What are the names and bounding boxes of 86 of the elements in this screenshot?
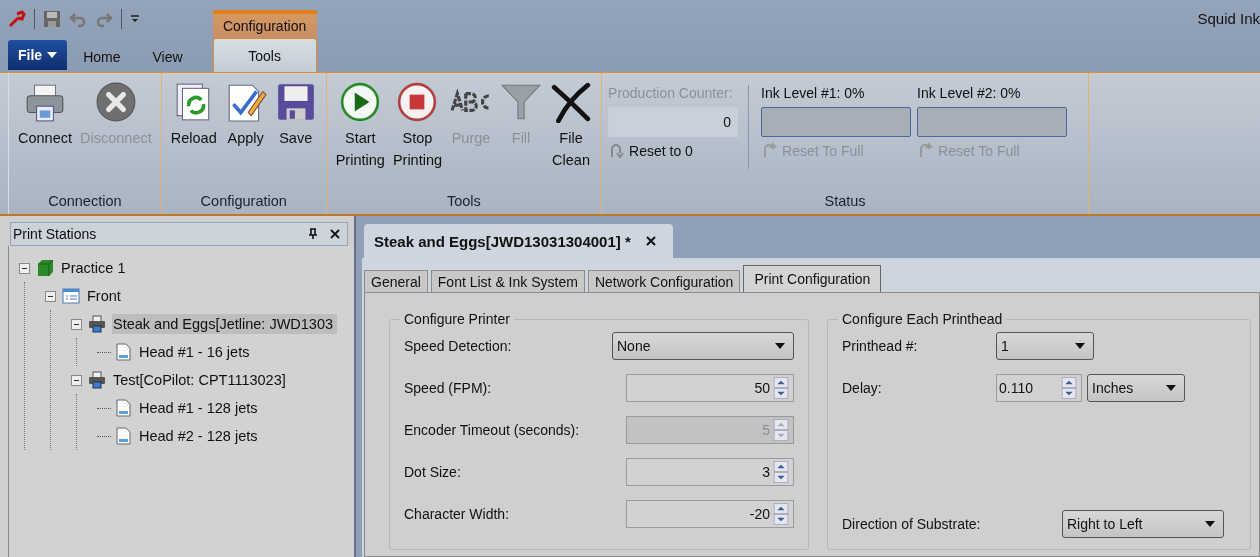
ribbon-button[interactable]: Apply bbox=[221, 79, 270, 193]
ribbon-tab[interactable]: Home bbox=[67, 42, 137, 72]
close-icon[interactable] bbox=[329, 228, 341, 240]
tree-item[interactable]: Head #2 - 128 jets bbox=[138, 426, 259, 446]
counter-label: Production Counter: bbox=[608, 85, 734, 101]
group-caption: Tools bbox=[446, 193, 481, 211]
field-label: Direction of Substrate: bbox=[842, 516, 982, 532]
printer-icon bbox=[88, 371, 106, 389]
dropdown[interactable]: Inches bbox=[1087, 374, 1185, 402]
spin-arrows-icon[interactable] bbox=[1061, 377, 1077, 399]
ribbon-button[interactable]: Start Printing bbox=[332, 79, 388, 193]
pin-icon[interactable] bbox=[307, 228, 319, 240]
dropdown[interactable]: Right to Left bbox=[1062, 510, 1224, 538]
file-menu-button[interactable]: File bbox=[8, 40, 68, 70]
field-label: Character Width: bbox=[404, 506, 510, 522]
ribbon-button[interactable]: Save bbox=[271, 79, 320, 193]
cube-icon bbox=[36, 259, 54, 277]
tree-item[interactable]: Test[CoPilot: CPT1113023] bbox=[112, 370, 287, 390]
document-icon bbox=[114, 343, 132, 361]
dropdown[interactable]: None bbox=[612, 332, 794, 360]
tab[interactable]: Font List & Ink System bbox=[430, 270, 585, 292]
tree-item[interactable]: Head #1 - 16 jets bbox=[138, 342, 251, 362]
ribbon-button[interactable]: File Clean bbox=[547, 79, 596, 193]
cross-icon bbox=[550, 81, 593, 123]
caret-icon bbox=[47, 52, 58, 58]
field-label: Dot Size: bbox=[404, 464, 461, 480]
customize-menu-icon[interactable] bbox=[130, 14, 140, 24]
spin-field[interactable]: 0.110 bbox=[996, 374, 1082, 402]
panel-title: Print Stations bbox=[13, 226, 98, 242]
document-icon bbox=[114, 427, 132, 445]
field-label: Printhead #: bbox=[842, 338, 919, 354]
tree-item[interactable]: Practice 1 bbox=[60, 258, 127, 278]
tree-item[interactable]: Head #1 - 128 jets bbox=[138, 398, 259, 418]
spin-field[interactable]: 50 bbox=[626, 374, 794, 402]
caret-icon bbox=[1075, 343, 1085, 349]
counter-field: 0 bbox=[608, 107, 739, 137]
dropdown[interactable]: 1 bbox=[996, 332, 1094, 360]
section-title: Configure Each Printhead bbox=[841, 311, 1004, 327]
spin-arrows-icon[interactable] bbox=[773, 503, 789, 525]
play-icon bbox=[339, 81, 382, 123]
wrench-icon[interactable] bbox=[8, 10, 26, 28]
caret-icon bbox=[1205, 521, 1215, 527]
ink-level-label: Ink Level #1: 0% bbox=[761, 85, 866, 101]
document-icon bbox=[114, 399, 132, 417]
document-title: Steak and Eggs[JWD13031304001] * bbox=[374, 232, 631, 250]
stop-icon bbox=[396, 81, 439, 123]
group-caption: Connection bbox=[48, 193, 122, 211]
section-title: Configure Printer bbox=[403, 311, 511, 327]
ribbon-tab[interactable]: View bbox=[136, 42, 199, 72]
ink-level-label: Ink Level #2: 0% bbox=[917, 85, 1022, 101]
caret-icon bbox=[1166, 385, 1176, 391]
spin-arrows-icon[interactable] bbox=[773, 377, 789, 399]
collapse-icon[interactable] bbox=[19, 262, 30, 274]
reset-icon bbox=[917, 143, 934, 159]
field-label: Delay: bbox=[842, 380, 883, 396]
window-title: Squid Ink bbox=[1197, 10, 1260, 27]
reset-icon bbox=[761, 143, 778, 159]
window-list-icon bbox=[62, 287, 80, 305]
tree-item[interactable]: Steak and Eggs[Jetline: JWD1303 bbox=[112, 314, 338, 334]
tab[interactable]: General bbox=[364, 270, 428, 292]
close-icon[interactable] bbox=[644, 235, 657, 247]
ribbon-tab[interactable]: Tools bbox=[212, 38, 317, 72]
contextual-tab-group: Configuration bbox=[212, 10, 317, 38]
field-label: Speed (FPM): bbox=[404, 380, 492, 396]
field-label: Encoder Timeout (seconds): bbox=[404, 422, 580, 438]
group-caption: Configuration bbox=[200, 193, 287, 211]
group-caption: Status bbox=[824, 193, 866, 211]
tab[interactable]: Network Configuration bbox=[587, 270, 741, 292]
collapse-icon[interactable] bbox=[45, 290, 56, 302]
caret-icon bbox=[775, 343, 785, 349]
cancel-icon bbox=[94, 81, 137, 123]
field-label: Speed Detection: bbox=[404, 338, 512, 354]
tab[interactable]: Print Configuration bbox=[743, 265, 882, 292]
save-icon[interactable] bbox=[43, 10, 61, 28]
printer-icon bbox=[88, 315, 106, 333]
spin-field[interactable]: -20 bbox=[626, 500, 794, 528]
spin-field[interactable]: 3 bbox=[626, 458, 794, 486]
ribbon-button[interactable]: Reload bbox=[167, 79, 220, 193]
document-tab[interactable]: Steak and Eggs[JWD13031304001] * bbox=[364, 224, 673, 258]
ribbon-button[interactable]: Connect bbox=[15, 79, 75, 193]
ribbon-button[interactable]: Stop Printing bbox=[389, 79, 446, 193]
collapse-icon[interactable] bbox=[71, 318, 82, 330]
reset-icon bbox=[608, 143, 625, 159]
tree-item[interactable]: Front bbox=[86, 286, 122, 306]
collapse-icon[interactable] bbox=[71, 374, 82, 386]
spin-arrows-icon[interactable] bbox=[773, 461, 789, 483]
